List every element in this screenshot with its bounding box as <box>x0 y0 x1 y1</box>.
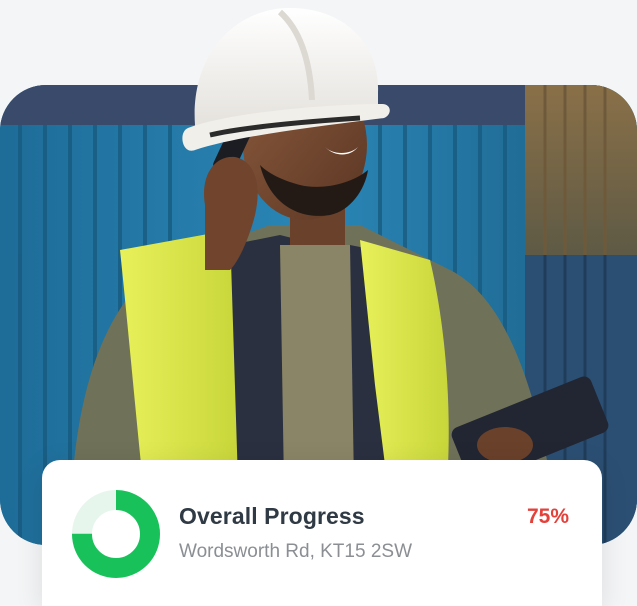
hero-section: Overall Progress Wordsworth Rd, KT15 2SW… <box>0 0 637 606</box>
progress-card: Overall Progress Wordsworth Rd, KT15 2SW… <box>42 460 602 606</box>
progress-title: Overall Progress <box>179 503 365 529</box>
progress-percent: 75% <box>526 505 569 528</box>
site-address: Wordsworth Rd, KT15 2SW <box>179 541 413 562</box>
progress-donut <box>72 490 160 578</box>
